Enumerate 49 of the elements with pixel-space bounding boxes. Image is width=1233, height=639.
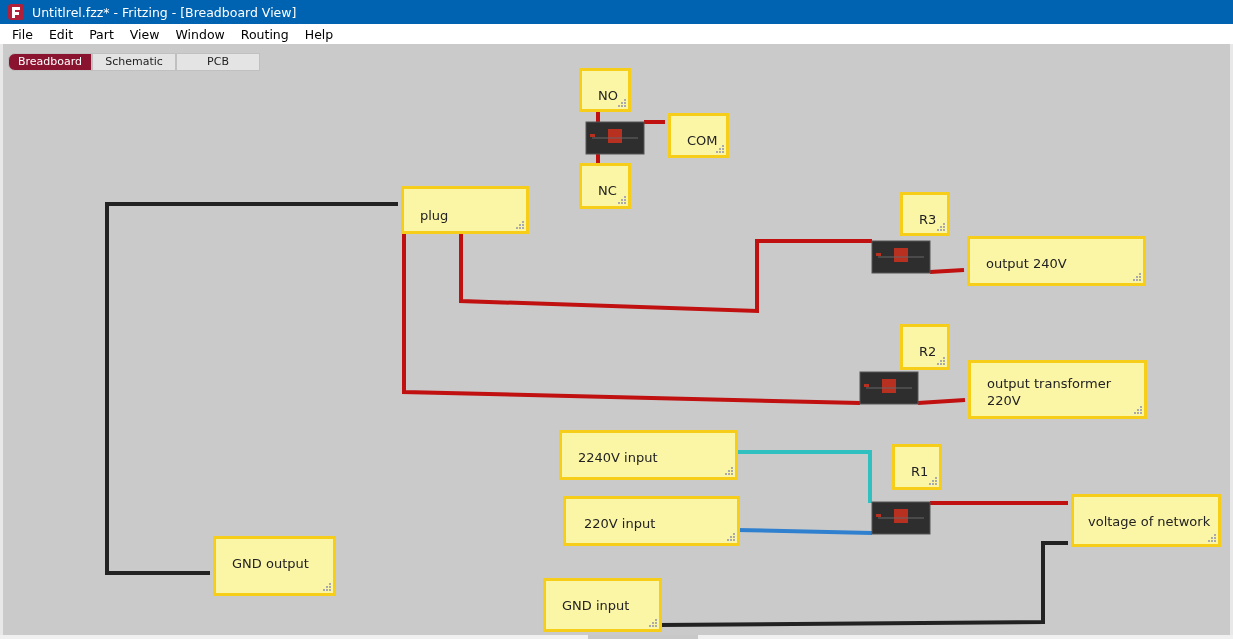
wire: [596, 112, 600, 122]
resize-grip-icon[interactable]: [649, 619, 657, 627]
view-tab[interactable]: Schematic: [92, 53, 176, 71]
menu-item[interactable]: View: [121, 26, 168, 42]
resize-grip-icon[interactable]: [618, 99, 626, 107]
resize-grip-icon[interactable]: [1208, 534, 1216, 542]
resize-grip-icon[interactable]: [516, 221, 524, 229]
resize-grip-icon[interactable]: [323, 583, 331, 591]
resize-grip-icon[interactable]: [1134, 406, 1142, 414]
relay-drawing: [585, 121, 645, 155]
resize-grip-icon[interactable]: [727, 533, 735, 541]
note-text: GND output: [232, 555, 309, 572]
resize-grip-icon[interactable]: [1133, 273, 1141, 281]
wire: [917, 398, 966, 405]
note-text: 220V input: [584, 515, 656, 532]
resize-grip-icon[interactable]: [937, 357, 945, 365]
note-text: NC: [598, 182, 617, 199]
window-title: Untitlrel.fzz* - Fritzing - [Breadboard View]: [32, 4, 297, 20]
resize-grip-icon[interactable]: [725, 467, 733, 475]
wire: [644, 120, 665, 124]
note-text: COM: [687, 132, 718, 149]
relay-drawing: [871, 240, 931, 274]
view-tab[interactable]: Breadboard: [8, 53, 92, 71]
menu-item[interactable]: Edit: [40, 26, 82, 42]
resize-grip-icon[interactable]: [937, 223, 945, 231]
menu-item[interactable]: Window: [167, 26, 233, 42]
note-text: R2: [919, 343, 937, 360]
note-text: 2240V input: [578, 449, 658, 466]
scrollbar[interactable]: [0, 635, 1233, 639]
note-text: R1: [911, 463, 929, 480]
menu-item[interactable]: Routing: [232, 26, 297, 42]
menu-item[interactable]: File: [4, 26, 41, 42]
view-tab[interactable]: PCB: [176, 53, 260, 71]
resize-grip-icon[interactable]: [716, 145, 724, 153]
resize-grip-icon[interactable]: [618, 196, 626, 204]
note-text: output transformer 220V: [987, 375, 1113, 409]
note-text: NO: [598, 87, 618, 104]
app-icon: [8, 4, 24, 20]
resize-grip-icon[interactable]: [929, 477, 937, 485]
note-text: plug: [420, 207, 449, 224]
menu-item[interactable]: Help: [296, 26, 342, 42]
note-text: output 240V: [986, 255, 1067, 272]
note-text: GND input: [562, 597, 630, 614]
menu-item[interactable]: Part: [81, 26, 122, 42]
note-text: R3: [919, 211, 937, 228]
relay-drawing: [859, 371, 919, 405]
wire: [929, 268, 965, 274]
note-text: voltage of network: [1088, 513, 1211, 530]
relay-drawing: [871, 501, 931, 535]
